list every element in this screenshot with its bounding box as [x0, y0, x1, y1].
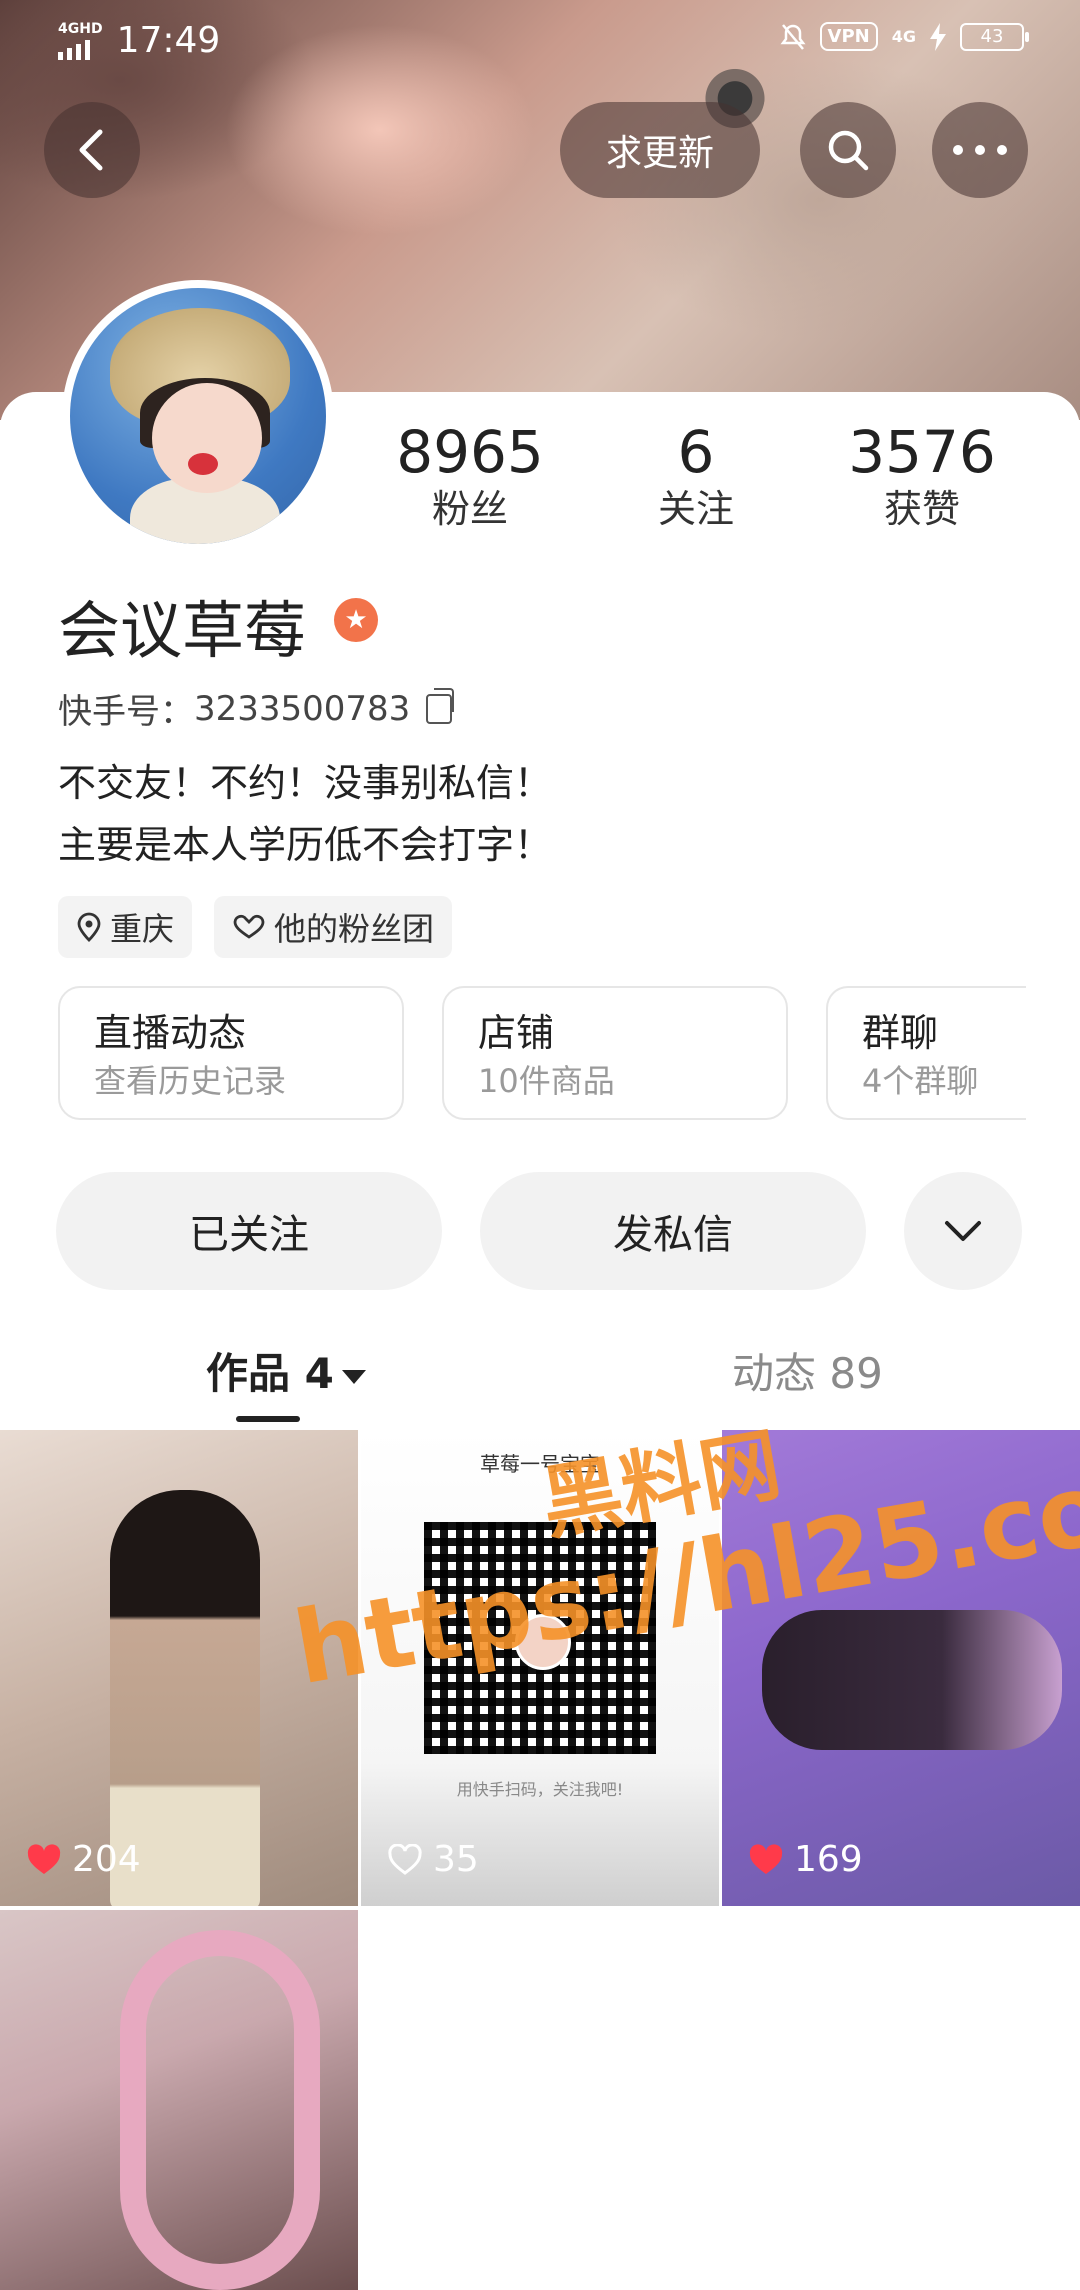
clock: 17:49: [116, 20, 221, 61]
feature-cards: 直播动态 查看历史记录 店铺 10件商品 群聊 4个群聊: [58, 986, 1026, 1120]
avatar[interactable]: [62, 280, 334, 552]
mute-bell-icon: [780, 23, 806, 50]
bio-line-2: 主要是本人学历低不会打字！: [58, 823, 553, 867]
stat-following-value: 6: [677, 418, 715, 486]
location-tag[interactable]: 重庆: [58, 896, 193, 958]
profile-bio: 不交友！不约！没事别私信！ 主要是本人学历低不会打字！: [58, 752, 552, 876]
charging-icon: [930, 22, 946, 51]
network-4g: 4G: [891, 27, 916, 46]
stat-likes-value: 3576: [848, 418, 996, 486]
profile-tags: 重庆 他的粉丝团: [58, 896, 453, 958]
tab-works-label: 作品 4: [206, 1349, 334, 1398]
tab-works[interactable]: 作品 4: [206, 1340, 366, 1401]
card-group-chat[interactable]: 群聊 4个群聊: [826, 986, 1026, 1120]
like-count: 169: [748, 1839, 863, 1880]
signal-icon: [58, 38, 103, 60]
followed-button[interactable]: 已关注: [56, 1172, 442, 1290]
more-button[interactable]: [932, 102, 1028, 198]
tab-dynamics[interactable]: 动态 89: [732, 1340, 883, 1401]
stat-fans[interactable]: 8965 粉丝: [370, 420, 570, 534]
stat-likes[interactable]: 3576 获赞: [822, 420, 1022, 534]
content-tabs: 作品 4 动态 89: [0, 1340, 1080, 1430]
fan-group-tag[interactable]: 他的粉丝团: [214, 896, 453, 958]
send-message-button[interactable]: 发私信: [480, 1172, 866, 1290]
profile-name: 会议草莓: [58, 594, 307, 667]
card-title: 店铺: [478, 1011, 555, 1055]
tab-indicator: [236, 1416, 300, 1422]
caret-down-icon: [341, 1369, 366, 1384]
back-button[interactable]: [44, 102, 140, 198]
like-count-value: 35: [433, 1839, 479, 1880]
chevron-down-icon: [945, 1221, 981, 1241]
avatar-face: [152, 383, 262, 493]
network-type: 4GHD: [58, 20, 103, 37]
stat-following-label: 关注: [657, 487, 734, 531]
empty-cell: [361, 1910, 719, 2290]
card-shop[interactable]: 店铺 10件商品: [442, 986, 788, 1120]
card-subtitle: 查看历史记录: [94, 1062, 287, 1100]
card-live-history[interactable]: 直播动态 查看历史记录: [58, 986, 404, 1120]
card-subtitle: 10件商品: [478, 1062, 615, 1100]
card-title: 群聊: [862, 1011, 939, 1055]
work-item[interactable]: [0, 1910, 358, 2290]
qr-title: 草莓一号宝宝: [480, 1452, 600, 1476]
signal-block: 4GHD: [58, 22, 103, 60]
work-item[interactable]: 204: [0, 1430, 358, 1906]
request-update-button[interactable]: 求更新: [560, 102, 760, 198]
status-right: VPN 4G 43: [780, 22, 1029, 51]
copy-icon[interactable]: [426, 687, 455, 724]
fan-group-label: 他的粉丝团: [274, 910, 435, 948]
expand-button[interactable]: [904, 1172, 1022, 1290]
kuaishou-id: 快手号： 3233500783: [58, 684, 455, 733]
back-arrow-icon: [79, 129, 103, 171]
like-count-value: 169: [794, 1839, 863, 1880]
work-item[interactable]: 草莓一号宝宝 用快手扫码，关注我吧! 35: [361, 1430, 719, 1906]
fan-group-icon: [233, 914, 265, 939]
star-badge-icon[interactable]: ★: [334, 598, 378, 642]
qr-footer: 用快手扫码，关注我吧!: [456, 1780, 624, 1799]
stat-fans-label: 粉丝: [431, 487, 508, 531]
heart-filled-icon: [749, 1843, 783, 1874]
heart-filled-icon: [27, 1843, 61, 1874]
work-item[interactable]: 169: [722, 1430, 1080, 1906]
vpn-badge: VPN: [819, 22, 878, 51]
avatar-lips: [188, 453, 218, 475]
stat-fans-value: 8965: [396, 418, 544, 486]
stat-likes-label: 获赞: [883, 487, 960, 531]
like-count-value: 204: [72, 1839, 141, 1880]
status-bar: 4GHD 17:49 VPN 4G 43: [0, 0, 1080, 80]
qr-avatar: [515, 1614, 571, 1670]
search-icon: [828, 130, 869, 171]
like-count: 35: [387, 1839, 479, 1880]
stat-following[interactable]: 6 关注: [596, 420, 796, 534]
pin-icon: [77, 912, 101, 942]
work-thumbnail: [120, 1930, 320, 2290]
status-left: 4GHD 17:49: [58, 20, 220, 61]
battery-indicator: 43: [960, 22, 1029, 51]
kuaishou-id-label: 快手号：: [58, 692, 194, 732]
card-subtitle: 4个群聊: [862, 1062, 979, 1100]
more-dots-icon: [953, 145, 1007, 155]
card-title: 直播动态: [94, 1011, 247, 1055]
location-label: 重庆: [110, 910, 175, 948]
work-thumbnail: [762, 1610, 1062, 1750]
bio-line-1: 不交友！不约！没事别私信！: [58, 761, 553, 805]
heart-outline-icon: [388, 1843, 422, 1875]
kuaishou-id-value: 3233500783: [194, 688, 411, 729]
search-button[interactable]: [800, 102, 896, 198]
avatar-photo: [70, 288, 326, 544]
like-count: 204: [26, 1839, 141, 1880]
